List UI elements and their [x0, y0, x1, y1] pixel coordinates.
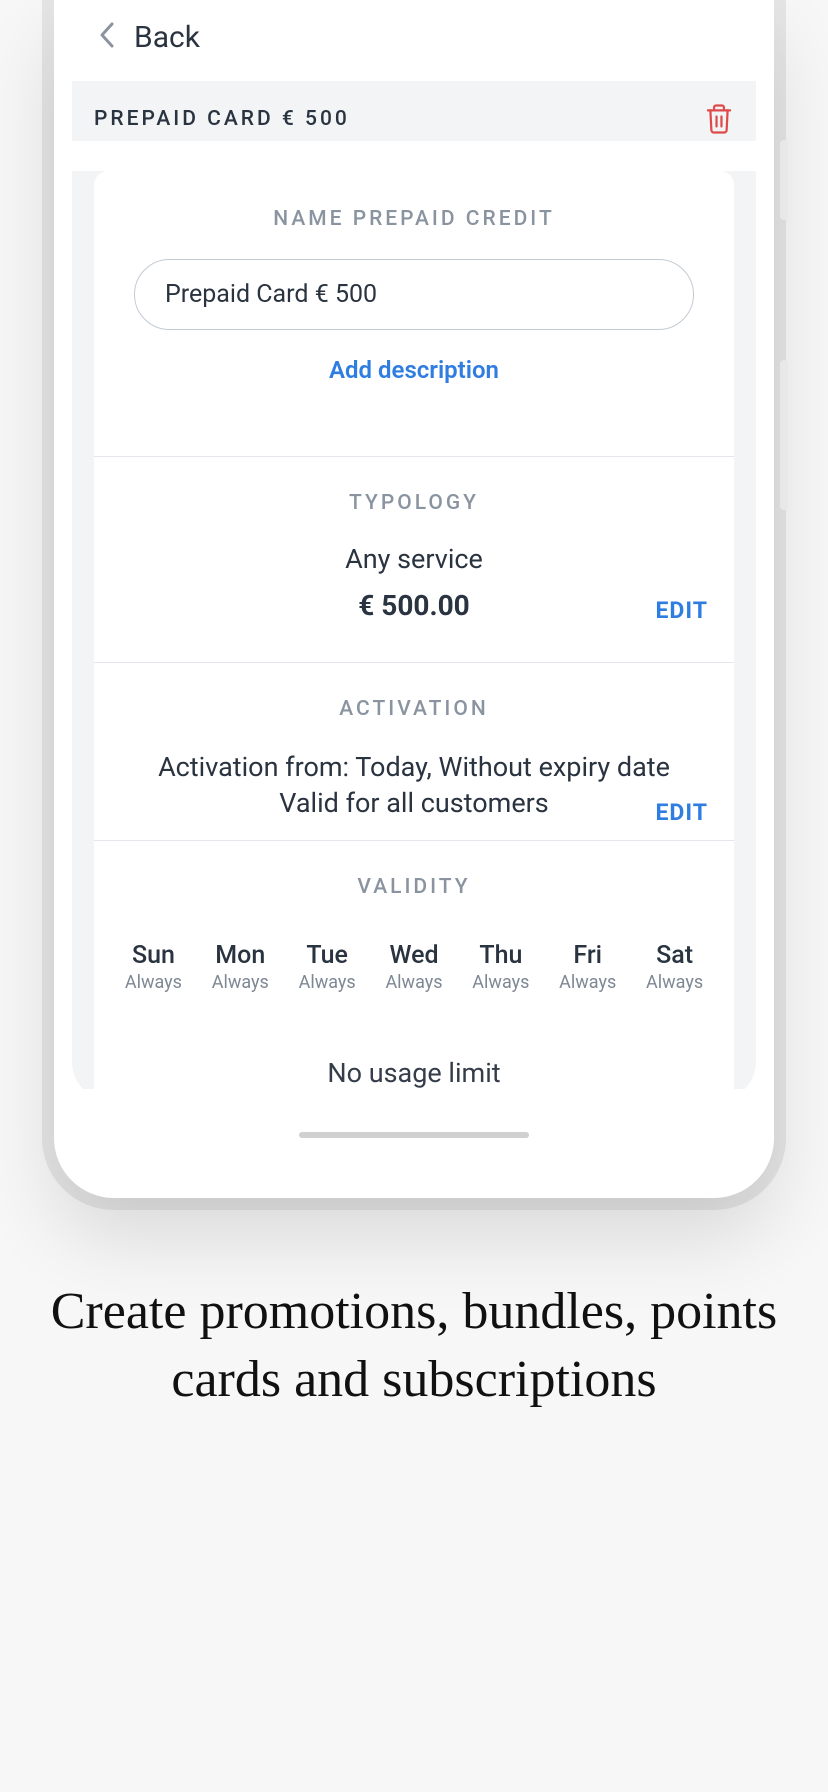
add-description-link[interactable]: Add description [94, 330, 734, 456]
day-name: Sun [110, 941, 197, 970]
day-name: Wed [371, 941, 458, 970]
edit-typology-button[interactable]: EDIT [655, 597, 708, 624]
day-sub: Always [631, 972, 718, 993]
page-title: PREPAID CARD € 500 [94, 107, 350, 131]
activation-line: Valid for all customers [154, 785, 674, 821]
usage-limit-text: No usage limit [94, 993, 734, 1089]
typology-service: Any service [94, 543, 734, 575]
validity-days-row: Sun Always Mon Always Tue Always Wed [94, 927, 734, 993]
day-name: Fri [544, 941, 631, 970]
typology-amount: € 500.00 [94, 589, 734, 622]
day-sub: Always [110, 972, 197, 993]
day-sub: Always [544, 972, 631, 993]
home-indicator [299, 1132, 529, 1138]
validity-day[interactable]: Mon Always [197, 941, 284, 993]
section-title-validity: VALIDITY [94, 841, 734, 927]
validity-day[interactable]: Sun Always [110, 941, 197, 993]
section-title-typology: TYPOLOGY [94, 457, 734, 543]
validity-day[interactable]: Sat Always [631, 941, 718, 993]
name-input[interactable]: Prepaid Card € 500 [134, 259, 694, 330]
validity-day[interactable]: Wed Always [371, 941, 458, 993]
chevron-left-icon[interactable] [98, 21, 116, 55]
section-title-name: NAME PREPAID CREDIT [94, 171, 734, 259]
phone-side-button [780, 140, 788, 220]
back-button[interactable]: Back [134, 20, 200, 55]
day-name: Tue [284, 941, 371, 970]
day-name: Mon [197, 941, 284, 970]
section-title-activation: ACTIVATION [94, 663, 734, 749]
app-screen: Back PREPAID CARD € 500 [72, 0, 756, 1100]
day-name: Thu [457, 941, 544, 970]
day-sub: Always [284, 972, 371, 993]
activation-block: Activation from: Today, Without expiry d… [94, 749, 734, 840]
validity-day[interactable]: Thu Always [457, 941, 544, 993]
header-bar: Back [72, 0, 756, 81]
day-sub: Always [457, 972, 544, 993]
validity-day[interactable]: Tue Always [284, 941, 371, 993]
validity-day[interactable]: Fri Always [544, 941, 631, 993]
typology-block: Any service € 500.00 EDIT [94, 543, 734, 662]
activation-line: Activation from: Today, Without expiry d… [154, 749, 674, 785]
day-sub: Always [197, 972, 284, 993]
day-sub: Always [371, 972, 458, 993]
page-subheader: PREPAID CARD € 500 [72, 81, 756, 141]
marketing-caption: Create promotions, bundles, points cards… [0, 1278, 828, 1413]
day-name: Sat [631, 941, 718, 970]
phone-frame: Back PREPAID CARD € 500 [54, 0, 774, 1198]
phone-side-button [780, 360, 788, 510]
edit-activation-button[interactable]: EDIT [655, 799, 708, 826]
delete-icon[interactable] [704, 103, 734, 135]
